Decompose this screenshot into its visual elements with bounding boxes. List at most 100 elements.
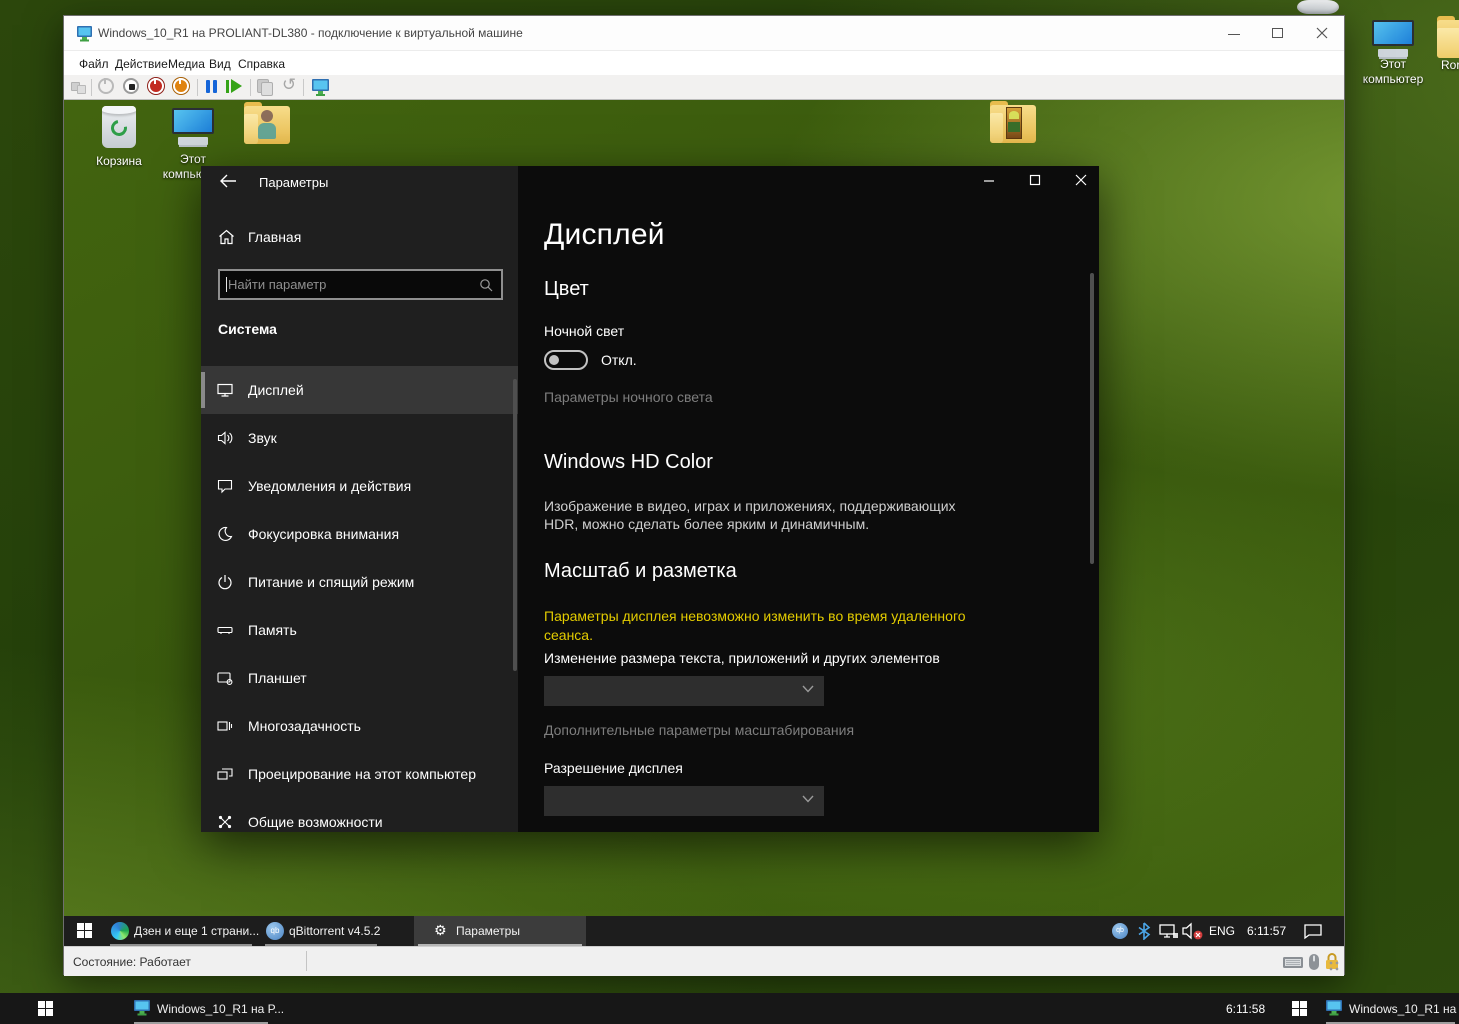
hdr-section-title: Windows HD Color xyxy=(544,451,713,474)
night-light-settings-link[interactable]: Параметры ночного света xyxy=(544,389,713,405)
hyperv-app-icon xyxy=(76,25,94,42)
menu-media[interactable]: Медиа xyxy=(163,55,210,73)
vm-toolbar: ↺ xyxy=(64,75,1344,100)
back-button[interactable] xyxy=(205,166,251,196)
vm-minimize-button[interactable] xyxy=(1212,16,1256,50)
settings-sidebar: Параметры Главная xyxy=(201,166,518,832)
multitasking-icon xyxy=(217,718,233,734)
start-vm-icon[interactable] xyxy=(98,78,116,96)
sidebar-item-notifications[interactable]: Уведомления и действия xyxy=(201,462,518,510)
taskbar-settings-button[interactable]: ⚙ Параметры xyxy=(414,916,586,946)
vm-close-button[interactable] xyxy=(1300,16,1344,50)
resolution-dropdown[interactable] xyxy=(544,786,824,816)
tablet-icon xyxy=(217,670,233,686)
sidebar-item-display[interactable]: Дисплей xyxy=(201,366,518,414)
scale-dropdown[interactable] xyxy=(544,676,824,706)
nav-label: Звук xyxy=(248,430,277,446)
guest-icon-user-folder[interactable] xyxy=(230,106,304,144)
mouse-icon xyxy=(1308,953,1320,971)
gear-icon: ⚙ xyxy=(434,922,447,939)
power-icon xyxy=(217,574,233,590)
nav-label: Общие возможности xyxy=(248,814,383,830)
bluetooth-icon[interactable] xyxy=(1137,922,1151,940)
resume-vm-icon[interactable] xyxy=(225,78,243,96)
settings-maximize-button[interactable] xyxy=(1012,166,1058,196)
menu-help[interactable]: Справка xyxy=(233,55,290,73)
guest-start-button[interactable] xyxy=(70,916,108,946)
sidebar-item-power-sleep[interactable]: Питание и спящий режим xyxy=(201,558,518,606)
icon-label: Корзина xyxy=(82,154,156,169)
vm-connection-window: Windows_10_R1 на PROLIANT-DL380 - подклю… xyxy=(63,15,1345,975)
hdr-description: Изображение в видео, играх и приложениях… xyxy=(544,497,968,534)
search-box[interactable] xyxy=(218,269,503,300)
language-indicator[interactable]: ENG xyxy=(1209,924,1235,938)
settings-minimize-button[interactable] xyxy=(966,166,1012,196)
resize-grip[interactable] xyxy=(1329,961,1341,973)
tray-qbittorrent-icon[interactable]: qb xyxy=(1112,923,1128,939)
shutdown-vm-icon[interactable] xyxy=(148,78,166,96)
sidebar-item-sound[interactable]: Звук xyxy=(201,414,518,462)
sidebar-item-storage[interactable]: Память xyxy=(201,606,518,654)
taskbar-qbittorrent-button[interactable]: qb qBittorrent v4.5.2 xyxy=(261,916,381,946)
host-taskbar-vm-button[interactable]: Windows_10_R1 на P... xyxy=(130,993,272,1024)
guest-icon-media-folder[interactable] xyxy=(976,105,1050,143)
ctrl-alt-del-icon[interactable] xyxy=(70,78,88,96)
windows-logo-icon xyxy=(77,923,108,938)
host-recycle-bin-icon-top[interactable] xyxy=(1297,0,1339,14)
this-pc-icon xyxy=(156,108,230,145)
vm-window-titlebar[interactable]: Windows_10_R1 на PROLIANT-DL380 - подклю… xyxy=(64,16,1344,51)
search-icon[interactable] xyxy=(479,278,493,292)
checkpoint-icon[interactable] xyxy=(257,78,275,96)
nav-label: Многозадачность xyxy=(248,718,361,734)
sidebar-item-shared-experiences[interactable]: Общие возможности xyxy=(201,798,518,832)
guest-taskbar: Дзен и еще 1 страни... qb qBittorrent v4… xyxy=(64,916,1344,946)
vm-maximize-button[interactable] xyxy=(1256,16,1300,50)
network-icon[interactable] xyxy=(1159,924,1179,939)
volume-muted-icon[interactable] xyxy=(1182,922,1204,940)
host-start-button-2[interactable] xyxy=(1282,993,1322,1024)
sidebar-scrollbar[interactable] xyxy=(513,379,517,671)
vm-window-title: Windows_10_R1 на PROLIANT-DL380 - подклю… xyxy=(98,26,523,40)
stop-vm-icon[interactable] xyxy=(123,78,141,96)
taskbar-edge-button[interactable]: Дзен и еще 1 страни... xyxy=(106,916,256,946)
revert-icon[interactable]: ↺ xyxy=(282,75,300,93)
hyperv-app-icon xyxy=(1325,999,1344,1017)
host-desktop-icon-this-pc[interactable]: Этот компьютер xyxy=(1352,20,1434,87)
advanced-scaling-link[interactable]: Дополнительные параметры масштабирования xyxy=(544,722,854,738)
host-clock[interactable]: 6:11:58 xyxy=(1226,1002,1265,1016)
nav-label: Планшет xyxy=(248,670,307,686)
sidebar-item-projecting[interactable]: Проецирование на этот компьютер xyxy=(201,750,518,798)
home-icon xyxy=(218,229,235,245)
menu-view[interactable]: Вид xyxy=(204,55,236,73)
content-scrollbar[interactable] xyxy=(1090,273,1094,564)
taskbar-label: qBittorrent v4.5.2 xyxy=(289,924,380,938)
host-start-button[interactable] xyxy=(24,993,72,1024)
nav-label: Фокусировка внимания xyxy=(248,526,399,542)
sidebar-item-multitasking[interactable]: Многозадачность xyxy=(201,702,518,750)
night-light-toggle[interactable] xyxy=(544,350,588,370)
keyboard-icon xyxy=(1282,956,1304,969)
guest-clock[interactable]: 6:11:57 xyxy=(1247,924,1286,938)
guest-icon-recycle-bin[interactable]: Корзина xyxy=(82,106,156,169)
pause-vm-icon[interactable] xyxy=(204,78,222,96)
nav-label: Дисплей xyxy=(248,382,304,398)
icon-label: Этот компьютер xyxy=(1352,57,1434,87)
sidebar-item-focus-assist[interactable]: Фокусировка внимания xyxy=(201,510,518,558)
nav-label: Уведомления и действия xyxy=(248,478,411,494)
menu-file[interactable]: Файл xyxy=(74,55,114,73)
settings-close-button[interactable] xyxy=(1058,166,1099,196)
host-desktop-icon-ror-folder[interactable]: Ror xyxy=(1437,20,1459,73)
shutdown-guest-icon[interactable] xyxy=(173,78,191,96)
sidebar-section-title: Система xyxy=(218,321,277,337)
icon-label: Ror xyxy=(1437,58,1459,73)
sidebar-item-home[interactable]: Главная xyxy=(201,221,518,255)
action-center-icon[interactable] xyxy=(1303,923,1323,940)
close-icon xyxy=(1316,27,1328,39)
search-input[interactable] xyxy=(228,273,468,296)
sidebar-item-tablet[interactable]: Планшет xyxy=(201,654,518,702)
host-taskbar-vm-button-2[interactable]: Windows_10_R1 на P. xyxy=(1322,993,1459,1024)
enhanced-session-icon[interactable] xyxy=(311,78,329,96)
nav-label: Питание и спящий режим xyxy=(248,574,414,590)
sidebar-home-label: Главная xyxy=(248,229,301,245)
notifications-icon xyxy=(217,478,233,494)
